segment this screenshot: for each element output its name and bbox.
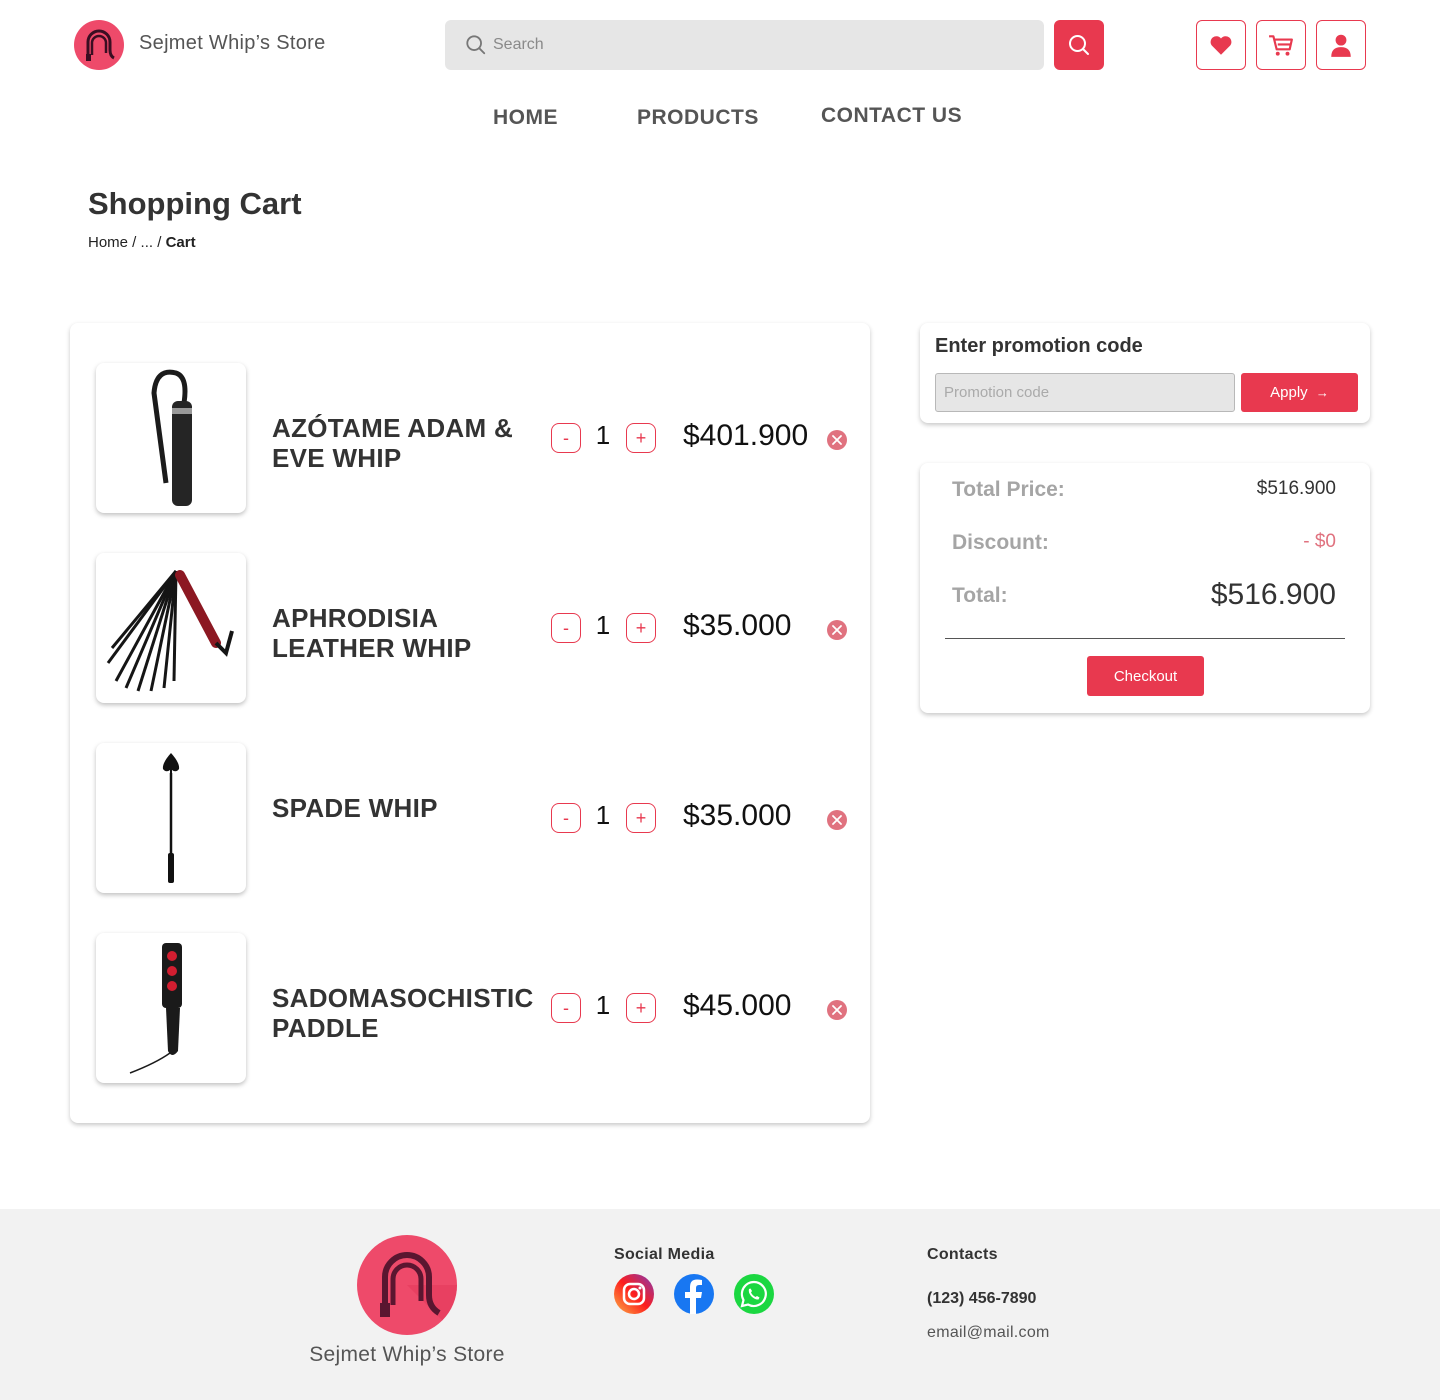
cart-icon xyxy=(1269,35,1293,56)
search-icon xyxy=(466,35,486,55)
close-icon xyxy=(832,435,842,445)
product-price: $35.000 xyxy=(683,609,792,642)
remove-item-button[interactable] xyxy=(827,430,847,450)
nav-products[interactable]: PRODUCTS xyxy=(637,106,759,130)
decrease-quantity-button[interactable]: - xyxy=(551,613,581,643)
quantity-value: 1 xyxy=(595,420,611,450)
breadcrumb-current: Cart xyxy=(165,234,196,251)
increase-quantity-button[interactable]: + xyxy=(626,993,656,1023)
promotion-panel: Enter promotion code Apply → xyxy=(920,323,1370,423)
checkout-button[interactable]: Checkout xyxy=(1087,656,1204,696)
increase-quantity-button[interactable]: + xyxy=(626,803,656,833)
total-label: Total: xyxy=(952,584,1008,607)
footer-logo[interactable] xyxy=(357,1235,457,1335)
contacts-heading: Contacts xyxy=(927,1246,998,1263)
total-price-label: Total Price: xyxy=(952,478,1065,501)
remove-item-button[interactable] xyxy=(827,620,847,640)
cart-panel: AZÓTAME ADAM & EVE WHIP - 1 + $401.900 A… xyxy=(70,323,870,1123)
search-input[interactable] xyxy=(493,20,1023,70)
instagram-link[interactable] xyxy=(614,1274,654,1314)
facebook-link[interactable] xyxy=(674,1274,714,1314)
close-icon xyxy=(832,1005,842,1015)
order-summary-panel: Total Price: $516.900 Discount: - $0 Tot… xyxy=(920,463,1370,713)
increase-quantity-button[interactable]: + xyxy=(626,613,656,643)
quantity-value: 1 xyxy=(595,800,611,830)
contact-phone[interactable]: (123) 456-7890 xyxy=(927,1290,1036,1308)
store-name: Sejmet Whip’s Store xyxy=(139,32,326,54)
quantity-value: 1 xyxy=(595,990,611,1020)
breadcrumb-separator: / xyxy=(153,234,166,251)
store-logo[interactable] xyxy=(74,20,124,70)
whatsapp-icon xyxy=(734,1274,774,1314)
divider xyxy=(945,638,1345,639)
facebook-icon xyxy=(674,1274,714,1314)
breadcrumb-separator: / xyxy=(128,234,141,251)
discount-value: - $0 xyxy=(1303,531,1336,552)
footer: Sejmet Whip’s Store Social Media Contact… xyxy=(0,1209,1440,1400)
whip-image xyxy=(151,369,192,506)
discount-label: Discount: xyxy=(952,531,1049,554)
cart-item: APHRODISIA LEATHER WHIP - 1 + $35.000 xyxy=(70,553,870,703)
nav-contact[interactable]: CONTACT US xyxy=(821,104,962,128)
cart-item: SADOMASOCHISTIC PADDLE - 1 + $45.000 xyxy=(70,933,870,1083)
user-icon xyxy=(1331,34,1351,57)
product-price: $45.000 xyxy=(683,989,792,1022)
search-bar xyxy=(445,20,1044,70)
total-value: $516.900 xyxy=(1210,578,1336,611)
product-image[interactable] xyxy=(96,743,246,893)
product-image[interactable] xyxy=(96,553,246,703)
wishlist-button[interactable] xyxy=(1196,20,1246,70)
promotion-code-input[interactable] xyxy=(935,373,1235,412)
nav-home[interactable]: HOME xyxy=(493,106,558,130)
product-image[interactable] xyxy=(96,363,246,513)
total-price-value: $516.900 xyxy=(1256,478,1336,499)
product-image[interactable] xyxy=(96,933,246,1083)
close-icon xyxy=(832,815,842,825)
product-name[interactable]: APHRODISIA LEATHER WHIP xyxy=(272,603,542,663)
increase-quantity-button[interactable]: + xyxy=(626,423,656,453)
product-price: $35.000 xyxy=(683,799,792,832)
breadcrumb: Home / ... / Cart xyxy=(88,234,196,251)
whatsapp-link[interactable] xyxy=(734,1274,774,1314)
apply-promotion-button[interactable]: Apply → xyxy=(1241,373,1358,412)
social-media-heading: Social Media xyxy=(614,1246,715,1263)
product-price: $401.900 xyxy=(683,419,809,452)
breadcrumb-home[interactable]: Home xyxy=(88,234,128,251)
remove-item-button[interactable] xyxy=(827,810,847,830)
cart-button[interactable] xyxy=(1256,20,1306,70)
search-icon xyxy=(1069,35,1089,55)
instagram-icon xyxy=(614,1274,654,1314)
paddle-image xyxy=(129,943,182,1074)
product-name[interactable]: SADOMASOCHISTIC PADDLE xyxy=(272,983,542,1043)
apply-label: Apply xyxy=(1270,384,1308,401)
close-icon xyxy=(832,625,842,635)
quantity-value: 1 xyxy=(595,610,611,640)
breadcrumb-ellipsis[interactable]: ... xyxy=(141,234,154,251)
whip-logo-icon xyxy=(86,29,115,61)
whip-image xyxy=(162,753,180,883)
decrease-quantity-button[interactable]: - xyxy=(551,803,581,833)
product-name[interactable]: AZÓTAME ADAM & EVE WHIP xyxy=(272,413,542,473)
account-button[interactable] xyxy=(1316,20,1366,70)
decrease-quantity-button[interactable]: - xyxy=(551,993,581,1023)
promotion-title: Enter promotion code xyxy=(935,335,1143,357)
cart-item: AZÓTAME ADAM & EVE WHIP - 1 + $401.900 xyxy=(70,363,870,513)
heart-icon xyxy=(1210,36,1232,55)
contact-email[interactable]: email@mail.com xyxy=(927,1324,1050,1342)
remove-item-button[interactable] xyxy=(827,1000,847,1020)
decrease-quantity-button[interactable]: - xyxy=(551,423,581,453)
footer-store-name: Sejmet Whip’s Store xyxy=(309,1343,505,1366)
search-button[interactable] xyxy=(1054,20,1104,70)
cart-item: SPADE WHIP - 1 + $35.000 xyxy=(70,743,870,893)
whip-logo-icon xyxy=(380,1252,457,1335)
page-title: Shopping Cart xyxy=(88,186,302,221)
whip-image xyxy=(106,570,234,692)
product-name[interactable]: SPADE WHIP xyxy=(272,793,542,823)
arrow-right-icon: → xyxy=(1315,385,1329,400)
